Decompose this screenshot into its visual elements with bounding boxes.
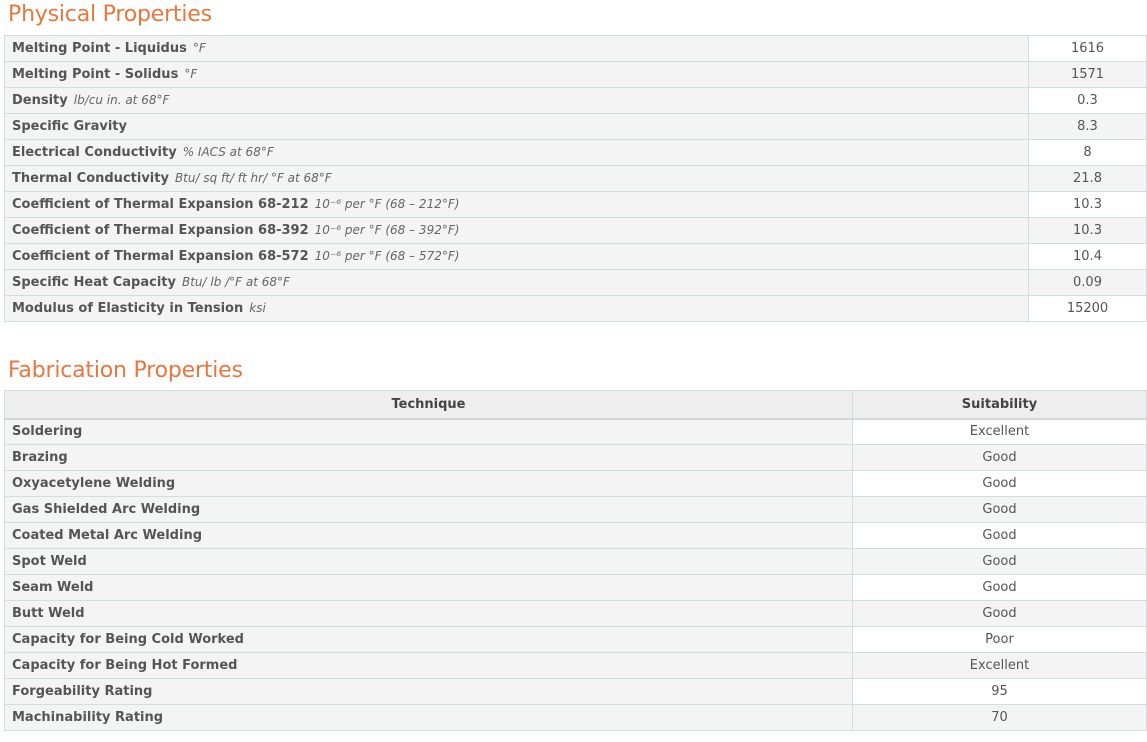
table-row: Spot Weld Good xyxy=(4,548,1147,575)
property-name: Specific Gravity xyxy=(12,119,127,134)
physical-properties-body: Melting Point - Liquidus °F 1616 Melting Po… xyxy=(4,35,1147,322)
physical-properties-table: Melting Point - Liquidus °F 1616 Melting Po… xyxy=(4,35,1147,322)
property-value: 0.09 xyxy=(1028,269,1147,296)
suitability-value: Good xyxy=(852,444,1147,471)
property-unit: °F xyxy=(184,67,198,81)
property-value: 10.4 xyxy=(1028,243,1147,270)
suitability-value: Good xyxy=(852,522,1147,549)
technique-name: Brazing xyxy=(4,444,853,471)
table-row: Capacity for Being Hot Formed Excellent xyxy=(4,652,1147,679)
fabrication-properties-title: Fabrication Properties xyxy=(8,358,243,383)
technique-name: Capacity for Being Cold Worked xyxy=(4,626,853,653)
property-unit: Btu/ sq ft/ ft hr/ °F at 68°F xyxy=(174,171,332,185)
property-label-cell: Melting Point - Liquidus °F xyxy=(4,35,1029,62)
table-row: Soldering Excellent xyxy=(4,418,1147,445)
table-row: Coated Metal Arc Welding Good xyxy=(4,522,1147,549)
property-value: 1571 xyxy=(1028,61,1147,88)
table-row: Gas Shielded Arc Welding Good xyxy=(4,496,1147,523)
technique-column-header: Technique xyxy=(4,390,853,420)
property-label-cell: Coefficient of Thermal Expansion 68-572 1… xyxy=(4,243,1029,270)
property-unit: 10⁻⁶ per °F (68 – 572°F) xyxy=(314,249,460,263)
suitability-value: 70 xyxy=(852,704,1147,731)
table-row: Specific Heat Capacity Btu/ lb /°F at 68°… xyxy=(4,269,1147,296)
technique-name: Seam Weld xyxy=(4,574,853,601)
fabrication-properties-body: Soldering Excellent Brazing Good Oxyacetylen… xyxy=(4,418,1147,731)
suitability-value: 95 xyxy=(852,678,1147,705)
suitability-value: Good xyxy=(852,496,1147,523)
table-row: Modulus of Elasticity in Tension ksi 15200 xyxy=(4,295,1147,322)
property-label-cell: Coefficient of Thermal Expansion 68-392 1… xyxy=(4,217,1029,244)
technique-name: Gas Shielded Arc Welding xyxy=(4,496,853,523)
table-row: Oxyacetylene Welding Good xyxy=(4,470,1147,497)
property-value: 0.3 xyxy=(1028,87,1147,114)
table-row: Butt Weld Good xyxy=(4,600,1147,627)
technique-name: Coated Metal Arc Welding xyxy=(4,522,853,549)
table-row: Coefficient of Thermal Expansion 68-572 1… xyxy=(4,243,1147,270)
technique-name: Butt Weld xyxy=(4,600,853,627)
fabrication-properties-table: Technique Suitability Soldering Excellent… xyxy=(4,390,1147,731)
property-name: Melting Point - Liquidus xyxy=(12,41,187,56)
property-value: 8 xyxy=(1028,139,1147,166)
property-label-cell: Density lb/cu in. at 68°F xyxy=(4,87,1029,114)
property-unit: Btu/ lb /°F at 68°F xyxy=(181,275,290,289)
property-value: 10.3 xyxy=(1028,217,1147,244)
physical-properties-title: Physical Properties xyxy=(8,2,212,27)
property-label-cell: Specific Gravity xyxy=(4,113,1029,140)
property-label-cell: Melting Point - Solidus °F xyxy=(4,61,1029,88)
property-unit: 10⁻⁶ per °F (68 – 212°F) xyxy=(314,197,460,211)
property-label-cell: Electrical Conductivity % IACS at 68°F xyxy=(4,139,1029,166)
technique-name: Forgeability Rating xyxy=(4,678,853,705)
suitability-value: Excellent xyxy=(852,418,1147,445)
suitability-value: Good xyxy=(852,548,1147,575)
table-row: Seam Weld Good xyxy=(4,574,1147,601)
property-label-cell: Coefficient of Thermal Expansion 68-212 1… xyxy=(4,191,1029,218)
property-label-cell: Thermal Conductivity Btu/ sq ft/ ft hr/ °… xyxy=(4,165,1029,192)
table-row: Coefficient of Thermal Expansion 68-392 1… xyxy=(4,217,1147,244)
suitability-value: Good xyxy=(852,574,1147,601)
technique-name: Spot Weld xyxy=(4,548,853,575)
property-value: 10.3 xyxy=(1028,191,1147,218)
property-unit: 10⁻⁶ per °F (68 – 392°F) xyxy=(314,223,460,237)
table-row: Thermal Conductivity Btu/ sq ft/ ft hr/ °… xyxy=(4,165,1147,192)
property-value: 21.8 xyxy=(1028,165,1147,192)
fabrication-header-row: Technique Suitability xyxy=(4,390,1147,420)
table-row: Coefficient of Thermal Expansion 68-212 1… xyxy=(4,191,1147,218)
property-label-cell: Modulus of Elasticity in Tension ksi xyxy=(4,295,1029,322)
property-unit: ksi xyxy=(249,301,266,315)
property-value: 15200 xyxy=(1028,295,1147,322)
suitability-value: Good xyxy=(852,600,1147,627)
property-label-cell: Specific Heat Capacity Btu/ lb /°F at 68°… xyxy=(4,269,1029,296)
suitability-value: Poor xyxy=(852,626,1147,653)
property-name: Electrical Conductivity xyxy=(12,145,177,160)
technique-name: Soldering xyxy=(4,418,853,445)
property-name: Coefficient of Thermal Expansion 68-392 xyxy=(12,223,309,238)
table-row: Capacity for Being Cold Worked Poor xyxy=(4,626,1147,653)
property-unit: % IACS at 68°F xyxy=(182,145,274,159)
property-name: Density xyxy=(12,93,68,108)
property-value: 1616 xyxy=(1028,35,1147,62)
property-name: Specific Heat Capacity xyxy=(12,275,176,290)
suitability-column-header: Suitability xyxy=(852,390,1147,420)
table-row: Brazing Good xyxy=(4,444,1147,471)
table-row: Electrical Conductivity % IACS at 68°F 8 xyxy=(4,139,1147,166)
table-row: Melting Point - Liquidus °F 1616 xyxy=(4,35,1147,62)
property-name: Coefficient of Thermal Expansion 68-572 xyxy=(12,249,309,264)
property-name: Melting Point - Solidus xyxy=(12,67,179,82)
table-row: Forgeability Rating 95 xyxy=(4,678,1147,705)
suitability-value: Excellent xyxy=(852,652,1147,679)
table-row: Melting Point - Solidus °F 1571 xyxy=(4,61,1147,88)
table-row: Machinability Rating 70 xyxy=(4,704,1147,731)
property-unit: lb/cu in. at 68°F xyxy=(73,93,170,107)
suitability-value: Good xyxy=(852,470,1147,497)
property-value: 8.3 xyxy=(1028,113,1147,140)
technique-name: Machinability Rating xyxy=(4,704,853,731)
table-row: Specific Gravity 8.3 xyxy=(4,113,1147,140)
property-unit: °F xyxy=(192,41,206,55)
property-name: Thermal Conductivity xyxy=(12,171,169,186)
technique-name: Capacity for Being Hot Formed xyxy=(4,652,853,679)
property-name: Modulus of Elasticity in Tension xyxy=(12,301,244,316)
table-row: Density lb/cu in. at 68°F 0.3 xyxy=(4,87,1147,114)
technique-name: Oxyacetylene Welding xyxy=(4,470,853,497)
property-name: Coefficient of Thermal Expansion 68-212 xyxy=(12,197,309,212)
